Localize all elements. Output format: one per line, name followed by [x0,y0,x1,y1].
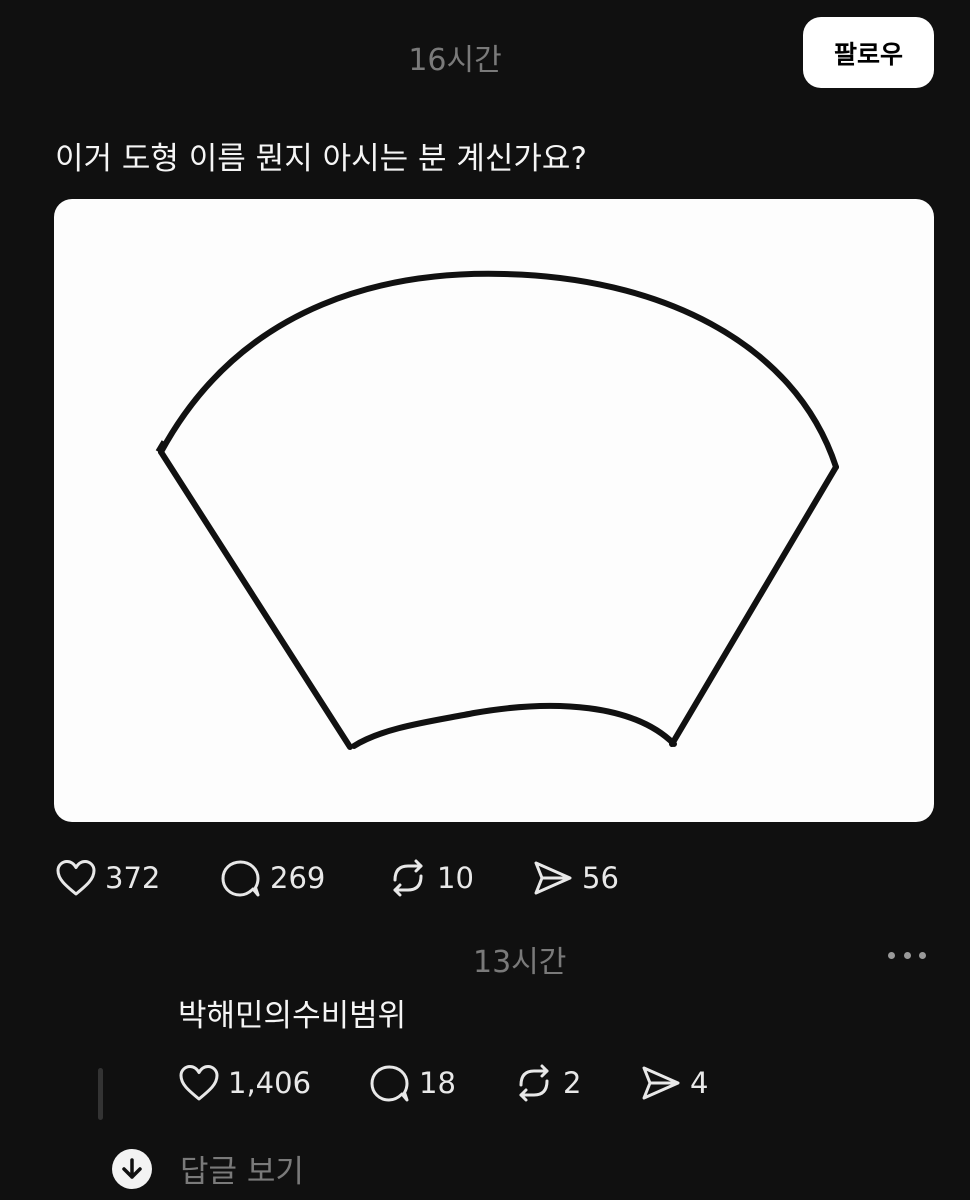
ellipsis-icon-dot [919,951,926,959]
view-replies-label: 답글 보기 [180,1154,304,1190]
speech-bubble-icon [370,1065,409,1102]
comment-repost-button[interactable]: 2 [513,1063,581,1103]
arrow-down-icon [112,1148,152,1189]
repost-button[interactable]: 10 [387,858,474,898]
send-icon [534,861,572,895]
share-button[interactable]: 56 [532,858,619,898]
ellipsis-icon-dot [903,951,911,959]
repost-count: 10 [437,861,474,895]
fan-shape-drawing [155,270,839,750]
comment-reply-count: 18 [419,1066,456,1100]
post-timestamp: 16시간 [408,43,502,78]
like-button[interactable]: 372 [55,858,160,898]
comment-share-button[interactable]: 4 [640,1063,708,1103]
heart-icon [179,1065,219,1101]
follow-button[interactable]: 팔로우 [803,17,934,88]
share-count: 56 [582,861,619,895]
view-replies-button[interactable]: 답글 보기 [112,1146,304,1191]
like-count: 372 [105,861,161,895]
comment-like-count: 1,406 [228,1066,312,1100]
comment-button[interactable]: 269 [220,858,325,898]
more-options-button[interactable] [888,938,926,972]
thread-line [98,1068,103,1120]
heart-icon [56,860,96,896]
repost-icon [519,1064,549,1102]
comment-reply-button[interactable]: 18 [369,1063,456,1103]
post-text: 이거 도형 이름 뭔지 아시는 분 계신가요? [55,141,587,177]
post-image[interactable] [54,199,934,822]
comment-count: 269 [270,861,326,895]
comment-share-count: 4 [690,1066,709,1100]
comment-text: 박해민의수비범위 [178,998,407,1034]
repost-icon [393,859,423,897]
comment-timestamp: 13시간 [473,945,567,980]
ellipsis-icon-dot [888,951,895,959]
speech-bubble-icon [221,860,260,897]
comment-like-button[interactable]: 1,406 [178,1063,311,1103]
send-icon [642,1066,680,1100]
comment-repost-count: 2 [563,1066,582,1100]
